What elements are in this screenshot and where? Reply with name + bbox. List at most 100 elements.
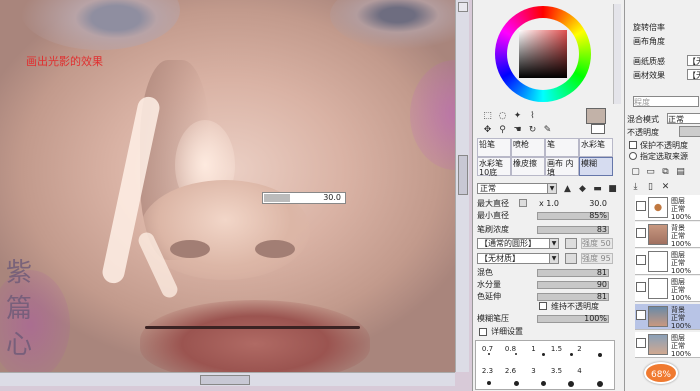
layer-item[interactable]: 图层 正常 100% (635, 195, 700, 221)
color-wheel[interactable] (485, 4, 610, 104)
brush-watercolor-10[interactable]: 水彩笔 10底 (477, 157, 511, 177)
brush-eraser[interactable]: 橡皮擦 (511, 157, 545, 176)
preset-size-label[interactable]: 0.7 (476, 345, 499, 353)
layer-item[interactable]: 图层 正常 100% (635, 249, 700, 275)
shape-strength-field[interactable]: 强度 50 (581, 238, 613, 249)
paper-texture-select[interactable]: 【无 (687, 55, 700, 66)
layer-item[interactable]: 图层 正常 100% (635, 276, 700, 302)
shape-options-icon[interactable] (565, 238, 577, 249)
magic-wand-icon[interactable]: ✦ (511, 110, 524, 122)
mix-row[interactable]: 混色 81 (477, 268, 617, 278)
preset-dot[interactable] (596, 381, 603, 387)
zoom-level-badge[interactable]: 68% (644, 362, 678, 384)
color-panel-scrollbar[interactable] (613, 4, 621, 104)
layer-opacity-slider[interactable] (679, 126, 700, 137)
move-icon[interactable]: ✥ (481, 124, 494, 136)
preset-dot[interactable] (515, 353, 518, 355)
preset-size-label[interactable]: 2.6 (499, 367, 522, 375)
protect-opacity-checkbox[interactable] (629, 141, 637, 149)
preset-size-label[interactable]: 1.5 (545, 345, 568, 353)
min-diameter-row[interactable]: 最小直径 85% (477, 211, 617, 221)
eye-icon[interactable] (636, 228, 646, 238)
new-folder-icon[interactable]: ▭ (644, 166, 657, 178)
texture-options-icon[interactable] (565, 253, 577, 264)
canvas-horizontal-scrollbar[interactable] (0, 372, 455, 386)
brush-tip-round-icon[interactable]: ◆ (576, 183, 589, 195)
painted-lip-line (145, 326, 360, 329)
eyedropper-icon[interactable]: ⌇ (526, 110, 539, 122)
eye-icon[interactable] (636, 282, 646, 292)
select-source-radio[interactable] (629, 152, 637, 160)
clear-layer-icon[interactable]: ▯ (644, 181, 657, 193)
brush-airbrush[interactable]: 喷枪 (511, 138, 545, 157)
horizontal-scroll-thumb[interactable] (200, 375, 250, 385)
brush-watercolor[interactable]: 水彩笔 (579, 138, 613, 157)
pen-icon[interactable]: ✎ (541, 124, 554, 136)
preset-dot[interactable] (488, 353, 491, 355)
brush-canvas-fill[interactable]: 画布 内填 (545, 157, 579, 177)
folder-icon[interactable]: ▤ (674, 166, 687, 178)
layer-item-selected[interactable]: 背景 正常 100% (635, 304, 700, 330)
preset-size-label[interactable]: 4 (568, 367, 591, 375)
layer-item[interactable]: 图层 正常 100% (635, 332, 700, 358)
preset-dot[interactable] (569, 353, 573, 356)
brush-tip-flat-icon[interactable]: ▲ (561, 183, 574, 195)
brush-tip-block-icon[interactable]: ■ (606, 183, 619, 195)
max-diameter-row[interactable]: 最大直径 x 1.0 30.0 (477, 199, 617, 209)
layer-blend-mode-select[interactable]: 正常 (667, 113, 700, 124)
max-diameter-multiplier[interactable]: x 1.0 (539, 199, 559, 209)
layer-item[interactable]: 背景 正常 100% (635, 222, 700, 248)
material-effect-select[interactable]: 【无 (687, 69, 700, 80)
brush-blend-mode-select[interactable]: 正常 ▼ (477, 183, 557, 194)
rotate-icon[interactable]: ↻ (526, 124, 539, 136)
texture-select[interactable]: 【无材质】 ▼ (477, 253, 559, 264)
diameter-toggle-icon[interactable] (519, 199, 527, 207)
preset-size-label[interactable]: 3.5 (545, 367, 568, 375)
rect-select-icon[interactable]: ⬚ (481, 110, 494, 122)
preset-dot[interactable] (597, 353, 602, 357)
painting-canvas[interactable]: 画出光影的效果 紫 篇 心 30.0 (0, 0, 455, 372)
vertical-scroll-thumb[interactable] (458, 155, 468, 195)
shape-strength-value: 50 (600, 239, 611, 248)
eye-icon[interactable] (636, 255, 646, 265)
preset-size-label[interactable]: 3 (522, 367, 545, 375)
preset-dot[interactable] (487, 381, 492, 385)
brush-tip-dome-icon[interactable]: ▬ (591, 183, 604, 195)
preset-dot[interactable] (513, 381, 519, 386)
copy-layer-icon[interactable]: ⧉ (659, 166, 672, 178)
delete-layer-icon[interactable]: ✕ (659, 181, 672, 193)
brush-shape-select[interactable]: 【通常的圆形】 ▼ (477, 238, 559, 249)
density-row[interactable]: 笔刷浓度 83 (477, 225, 617, 235)
lasso-select-icon[interactable]: ◌ (496, 110, 509, 122)
preset-dot[interactable] (541, 353, 545, 356)
eye-icon[interactable] (636, 338, 646, 348)
primary-color-swatch[interactable] (586, 108, 606, 124)
scroll-up-arrow-icon[interactable] (458, 2, 468, 12)
preset-size-label[interactable]: 2.3 (476, 367, 499, 375)
brush-pen[interactable]: 笔 (545, 138, 579, 157)
eye-icon[interactable] (636, 201, 646, 211)
secondary-color-swatch[interactable] (591, 124, 605, 134)
preset-size-label[interactable]: 0.8 (499, 345, 522, 353)
texture-strength-field[interactable]: 强度 95 (581, 253, 613, 264)
preset-dot[interactable] (540, 381, 546, 386)
degree-field[interactable]: 程度 (633, 96, 699, 107)
saturation-value-square[interactable] (519, 30, 567, 78)
detail-settings-checkbox[interactable] (479, 328, 487, 336)
eye-icon[interactable] (636, 310, 646, 320)
preset-dot[interactable] (568, 381, 575, 387)
pressure-row[interactable]: 模糊笔压 100% (477, 314, 617, 324)
canvas-vertical-scrollbar[interactable] (455, 0, 469, 372)
water-value: 90 (596, 280, 607, 289)
hand-icon[interactable]: ☚ (511, 124, 524, 136)
preset-size-label[interactable]: 1 (522, 345, 545, 353)
zoom-icon[interactable]: ⚲ (496, 124, 509, 136)
keep-opacity-checkbox[interactable] (539, 302, 547, 310)
merge-down-icon[interactable]: ⤓ (629, 181, 642, 193)
preset-size-label[interactable]: 2 (568, 345, 591, 353)
new-layer-icon[interactable]: ▢ (629, 166, 642, 178)
brush-blur[interactable]: 模糊 (579, 157, 613, 176)
canvas-area[interactable]: 画出光影的效果 紫 篇 心 30.0 (0, 0, 472, 391)
brush-pencil[interactable]: 铅笔 (477, 138, 511, 157)
water-row[interactable]: 水分量 90 (477, 280, 617, 290)
